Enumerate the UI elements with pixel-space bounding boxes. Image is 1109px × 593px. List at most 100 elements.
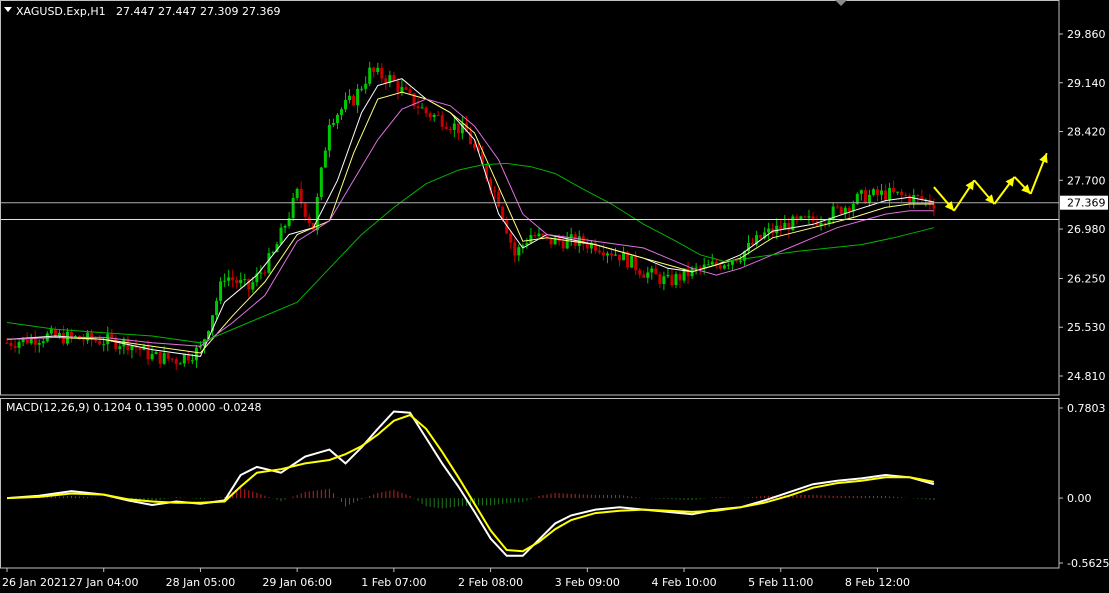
candle — [263, 269, 267, 277]
candle-body — [267, 253, 271, 273]
macd-axis: 0.7803 0.00 -0.5625 — [1059, 402, 1109, 570]
candle — [335, 112, 339, 129]
candle-body — [154, 351, 158, 354]
candle — [759, 234, 763, 240]
candle — [303, 202, 307, 221]
candle — [605, 251, 609, 264]
candle — [456, 123, 460, 141]
candle-body — [299, 188, 303, 204]
candle — [831, 201, 835, 224]
price-panel[interactable] — [0, 61, 1059, 371]
candle-body — [372, 67, 376, 73]
candle-body — [440, 115, 444, 127]
time-tick-label: 29 Jan 06:00 — [262, 576, 332, 589]
candle-body — [875, 189, 879, 195]
candle — [686, 261, 690, 285]
ohlc-label: 27.447 27.447 27.309 27.369 — [116, 5, 280, 18]
candle — [767, 222, 771, 240]
candle-body — [118, 346, 122, 349]
candle — [670, 269, 674, 288]
candle — [525, 238, 529, 249]
time-tick-label: 5 Feb 11:00 — [748, 576, 813, 589]
candle — [158, 351, 162, 369]
candle-body — [384, 78, 388, 83]
candle — [424, 106, 428, 118]
chart-menu-triangle-icon[interactable] — [4, 7, 12, 12]
candle-body — [376, 67, 380, 73]
candle-body — [775, 225, 779, 234]
candle-body — [223, 280, 227, 282]
candle — [174, 356, 178, 371]
candle — [807, 209, 811, 225]
candle-body — [642, 274, 646, 278]
candle — [307, 213, 311, 228]
candle-body — [146, 345, 150, 360]
time-tick-label: 4 Feb 10:00 — [651, 576, 716, 589]
candle-body — [114, 337, 118, 349]
candle-body — [452, 123, 456, 130]
candle — [888, 182, 892, 208]
candle — [932, 198, 936, 217]
candle-body — [912, 195, 916, 203]
candle — [537, 228, 541, 238]
price-tick-label: 26.250 — [1067, 272, 1106, 285]
candle — [114, 335, 118, 352]
candle-body — [823, 222, 827, 224]
candle-body — [436, 114, 440, 116]
candle-body — [420, 107, 424, 109]
candle-body — [751, 242, 755, 245]
candle — [658, 271, 662, 289]
panel-frames — [0, 0, 1060, 569]
candle — [726, 262, 730, 270]
price-axis: 29.860 29.140 28.420 27.700 26.980 26.250 25.5… — [1059, 28, 1108, 383]
candle-body — [408, 89, 412, 94]
candle — [432, 113, 436, 122]
candle — [880, 183, 884, 201]
candle-body — [162, 353, 166, 364]
candle-body — [291, 197, 295, 219]
candle — [13, 338, 17, 353]
candle-body — [811, 216, 815, 222]
candle — [295, 187, 299, 201]
candle — [875, 185, 879, 202]
candle-body — [472, 144, 476, 148]
candle — [871, 187, 875, 197]
time-tick-label: 1 Feb 07:00 — [361, 576, 426, 589]
candle — [327, 118, 331, 158]
candle-body — [807, 216, 811, 218]
candle-body — [779, 225, 783, 230]
forecast-arrows[interactable] — [933, 152, 1048, 212]
candle-body — [368, 67, 372, 84]
candle — [61, 325, 65, 346]
candle-body — [614, 254, 618, 256]
ma-fast-line — [6, 78, 934, 357]
candle — [49, 325, 53, 336]
candle — [448, 126, 452, 134]
candle-body — [231, 277, 235, 281]
candle — [529, 228, 533, 245]
candle-body — [110, 334, 114, 338]
candle — [400, 79, 404, 96]
candle-body — [803, 216, 807, 218]
candle-body — [670, 274, 674, 286]
candle — [509, 230, 513, 250]
candle — [859, 189, 863, 201]
candle — [352, 94, 356, 107]
candle-body — [706, 264, 710, 266]
candle-body — [49, 329, 53, 334]
candle — [283, 224, 287, 233]
candle — [420, 103, 424, 109]
candle-body — [444, 126, 448, 129]
candle-body — [17, 342, 21, 348]
candle — [674, 271, 678, 289]
candle-body — [513, 242, 517, 256]
shift-marker-icon[interactable] — [835, 0, 847, 6]
candle — [146, 340, 150, 365]
symbol-label: XAGUSD.Exp,H1 — [16, 5, 106, 18]
time-tick-label: 8 Feb 12:00 — [845, 576, 910, 589]
macd-panel[interactable] — [6, 410, 935, 557]
candle-body — [734, 260, 738, 262]
candle-body — [561, 241, 565, 249]
candle-body — [432, 114, 436, 118]
candle-body — [638, 270, 642, 275]
